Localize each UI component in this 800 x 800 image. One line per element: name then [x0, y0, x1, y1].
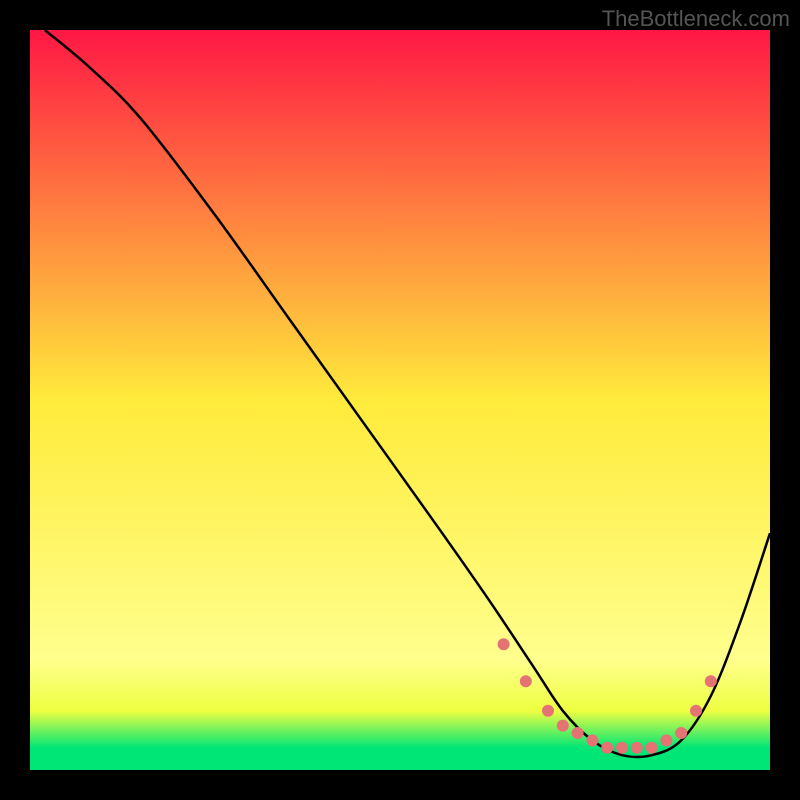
highlight-dot — [660, 734, 672, 746]
highlight-dot — [675, 727, 687, 739]
highlight-dot — [631, 742, 643, 754]
gradient-background — [30, 30, 770, 770]
highlight-dot — [601, 742, 613, 754]
highlight-dot — [586, 734, 598, 746]
watermark-text: TheBottleneck.com — [602, 6, 790, 32]
highlight-dot — [572, 727, 584, 739]
highlight-dot — [705, 675, 717, 687]
chart-container: TheBottleneck.com — [0, 0, 800, 800]
chart-svg — [30, 30, 770, 770]
highlight-dot — [616, 742, 628, 754]
highlight-dot — [542, 705, 554, 717]
highlight-dot — [520, 675, 532, 687]
plot-area — [30, 30, 770, 770]
highlight-dot — [498, 638, 510, 650]
highlight-dot — [646, 742, 658, 754]
highlight-dot — [557, 720, 569, 732]
highlight-dot — [690, 705, 702, 717]
